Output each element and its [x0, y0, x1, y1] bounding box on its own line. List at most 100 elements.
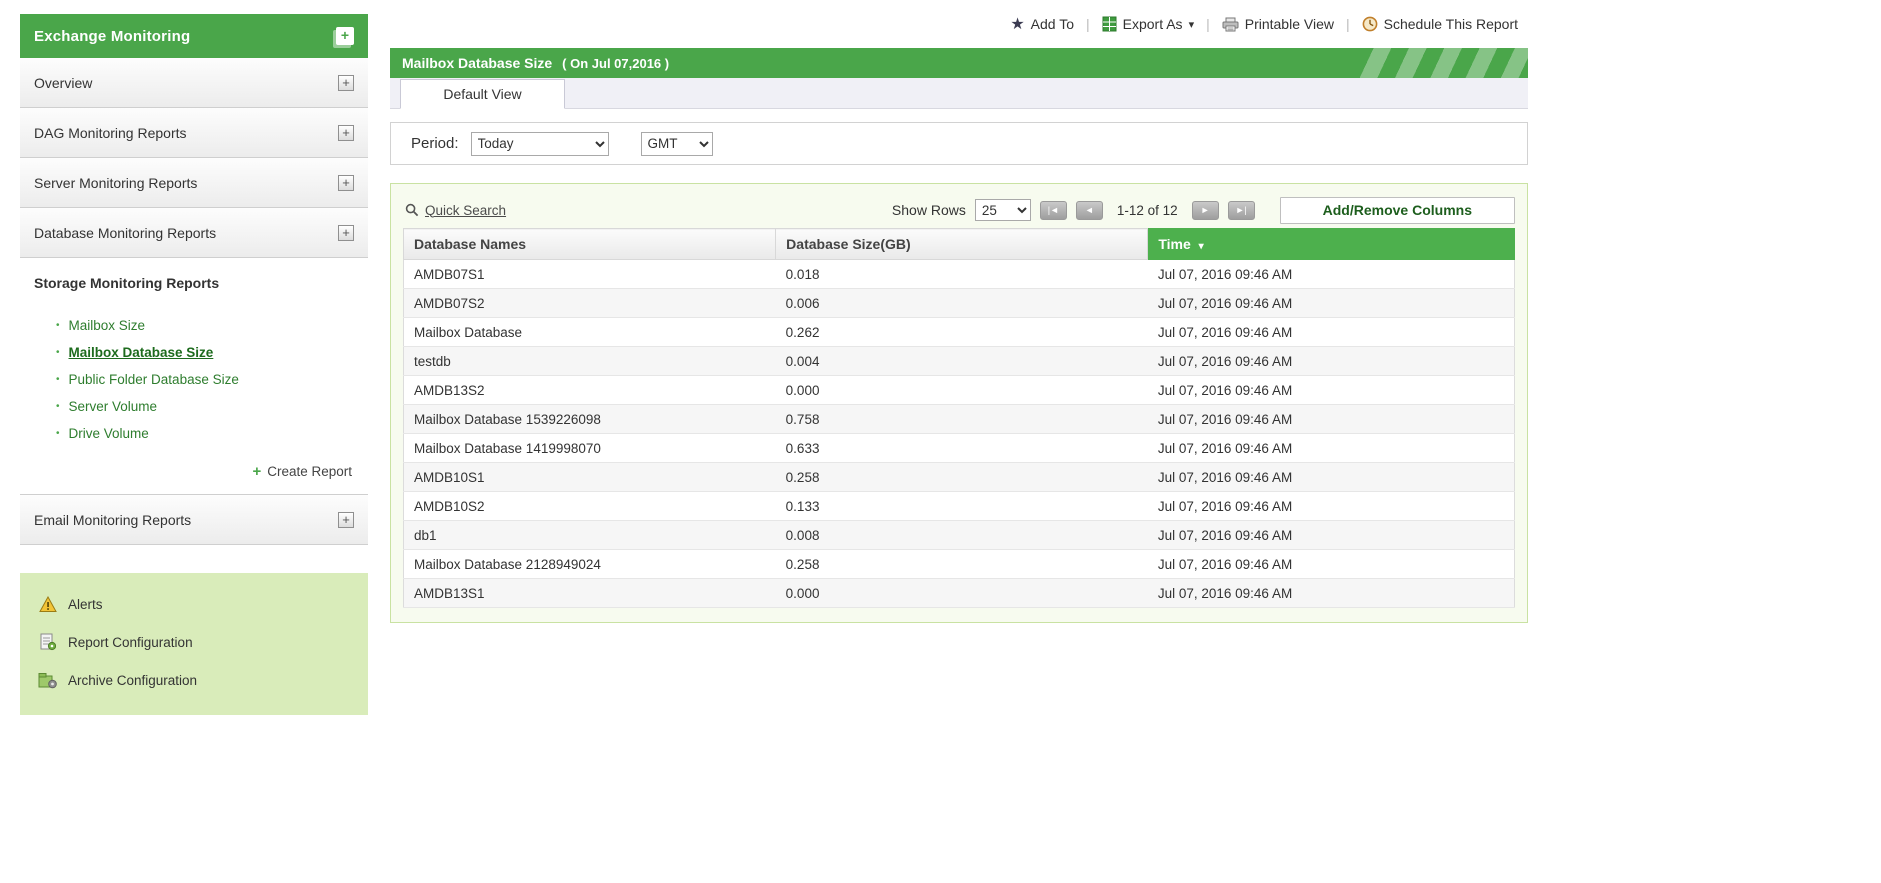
- expand-plus-icon[interactable]: +: [338, 224, 354, 241]
- sidebar-item-mailbox-database-size[interactable]: • Mailbox Database Size: [20, 339, 368, 366]
- printer-icon: [1222, 17, 1239, 32]
- cell-database-name: db1: [403, 520, 776, 550]
- tab-default-view[interactable]: Default View: [400, 79, 565, 109]
- pagination-prev-button[interactable]: ◄: [1075, 200, 1103, 220]
- search-icon: [405, 203, 419, 217]
- sidebar-item-drive-volume[interactable]: • Drive Volume: [20, 420, 368, 447]
- table-row: AMDB13S1 0.000 Jul 07, 2016 09:46 AM: [403, 578, 1515, 608]
- report-table: Database Names Database Size(GB) Time ▾ …: [402, 228, 1515, 608]
- show-rows-select[interactable]: 25: [974, 199, 1031, 221]
- storage-submenu: • Mailbox Size • Mailbox Database Size •…: [20, 308, 368, 495]
- create-report-label: Create Report: [267, 464, 352, 479]
- cell-time: Jul 07, 2016 09:46 AM: [1147, 433, 1515, 463]
- view-tabstrip: Default View: [390, 78, 1528, 109]
- expand-plus-icon[interactable]: +: [338, 511, 354, 528]
- sidebar-item-label: Overview: [34, 74, 93, 91]
- pagination-first-button[interactable]: |◄: [1039, 200, 1067, 220]
- quick-search-link[interactable]: Quick Search: [403, 203, 506, 218]
- add-remove-columns-label: Add/Remove Columns: [1322, 202, 1472, 218]
- sidebar-item-server-monitoring[interactable]: Server Monitoring Reports +: [20, 158, 368, 208]
- expand-plus-icon[interactable]: +: [338, 174, 354, 191]
- period-select[interactable]: Today: [470, 131, 609, 156]
- add-to-label: Add To: [1030, 16, 1074, 32]
- cell-database-name: AMDB10S2: [403, 491, 776, 521]
- column-header-time-label: Time: [1158, 236, 1191, 252]
- clock-icon: [1362, 16, 1378, 32]
- cell-time: Jul 07, 2016 09:46 AM: [1147, 317, 1515, 347]
- toolbar-separator: |: [1345, 16, 1350, 32]
- bullet-icon: •: [56, 346, 60, 358]
- table-header-row: Database Names Database Size(GB) Time ▾: [402, 228, 1515, 260]
- sidebar-link-label: Mailbox Size: [68, 318, 146, 333]
- cell-database-name: testdb: [403, 346, 776, 376]
- show-rows-label: Show Rows: [891, 202, 966, 218]
- archive-config-icon: [38, 671, 57, 689]
- sidebar-item-mailbox-size[interactable]: • Mailbox Size: [20, 312, 368, 339]
- cell-database-size: 0.004: [775, 346, 1148, 376]
- add-to-button[interactable]: ★ Add To: [1010, 14, 1074, 34]
- export-as-button[interactable]: Export As ▾: [1102, 16, 1194, 32]
- cell-time: Jul 07, 2016 09:46 AM: [1147, 346, 1515, 376]
- table-row: AMDB13S2 0.000 Jul 07, 2016 09:46 AM: [403, 375, 1515, 405]
- archive-configuration-link[interactable]: Archive Configuration: [20, 661, 368, 699]
- add-remove-columns-button[interactable]: Add/Remove Columns: [1279, 196, 1515, 224]
- expand-plus-icon[interactable]: +: [338, 124, 354, 141]
- sidebar-item-public-folder-database-size[interactable]: • Public Folder Database Size: [20, 366, 368, 393]
- table-controls: Quick Search Show Rows 25 |◄ ◄ 1-12 of 1…: [403, 192, 1515, 228]
- sidebar-item-database-monitoring[interactable]: Database Monitoring Reports +: [20, 208, 368, 258]
- printable-view-label: Printable View: [1244, 16, 1334, 32]
- cell-database-size: 0.258: [775, 462, 1148, 492]
- cell-database-size: 0.633: [775, 433, 1148, 463]
- expand-plus-icon[interactable]: +: [338, 74, 354, 91]
- table-row: AMDB10S2 0.133 Jul 07, 2016 09:46 AM: [403, 491, 1515, 521]
- timezone-select[interactable]: GMT: [640, 131, 713, 156]
- main-content: ★ Add To | Export As ▾ | Printable View …: [390, 0, 1528, 623]
- table-row: Mailbox Database 0.262 Jul 07, 2016 09:4…: [403, 317, 1515, 347]
- sidebar-link-label: Mailbox Database Size: [68, 345, 214, 360]
- cell-time: Jul 07, 2016 09:46 AM: [1147, 520, 1515, 550]
- sidebar-header: Exchange Monitoring +: [20, 14, 368, 58]
- archive-configuration-label: Archive Configuration: [68, 672, 198, 688]
- column-header-database-size[interactable]: Database Size(GB): [775, 228, 1149, 260]
- table-row: AMDB10S1 0.258 Jul 07, 2016 09:46 AM: [403, 462, 1515, 492]
- create-report-button[interactable]: + Create Report: [20, 447, 368, 494]
- sidebar: Exchange Monitoring + Overview + DAG Mon…: [20, 14, 368, 715]
- schedule-report-button[interactable]: Schedule This Report: [1362, 16, 1518, 32]
- chevron-down-icon: ▾: [1188, 18, 1195, 31]
- table-row: Mailbox Database 1419998070 0.633 Jul 07…: [403, 433, 1515, 463]
- report-configuration-label: Report Configuration: [68, 634, 193, 650]
- cell-database-name: AMDB07S1: [403, 259, 776, 289]
- sidebar-item-overview[interactable]: Overview +: [20, 58, 368, 108]
- toolbar-separator: |: [1206, 16, 1210, 32]
- bullet-icon: •: [56, 373, 60, 385]
- cell-time: Jul 07, 2016 09:46 AM: [1147, 491, 1515, 521]
- bullet-icon: •: [56, 319, 60, 331]
- pagination-range-text: 1-12 of 12: [1116, 202, 1178, 218]
- sidebar-item-storage-monitoring[interactable]: Storage Monitoring Reports: [20, 258, 368, 308]
- sidebar-title: Exchange Monitoring: [34, 27, 191, 45]
- table-row: Mailbox Database 2128949024 0.258 Jul 07…: [403, 549, 1515, 579]
- cell-database-size: 0.262: [775, 317, 1148, 347]
- table-row: AMDB07S2 0.006 Jul 07, 2016 09:46 AM: [403, 288, 1515, 318]
- cell-database-size: 0.000: [775, 578, 1148, 608]
- sidebar-item-label: DAG Monitoring Reports: [34, 124, 187, 141]
- alerts-link[interactable]: Alerts: [20, 585, 368, 623]
- report-actions-toolbar: ★ Add To | Export As ▾ | Printable View …: [390, 0, 1528, 48]
- cell-time: Jul 07, 2016 09:46 AM: [1147, 404, 1515, 434]
- column-header-time[interactable]: Time ▾: [1147, 228, 1515, 260]
- sidebar-item-server-volume[interactable]: • Server Volume: [20, 393, 368, 420]
- pagination-last-button[interactable]: ►|: [1227, 200, 1255, 220]
- cell-database-name: Mailbox Database 2128949024: [403, 549, 776, 579]
- add-report-icon[interactable]: +: [336, 27, 354, 45]
- cell-database-name: Mailbox Database: [403, 317, 776, 347]
- sort-desc-icon: ▾: [1198, 241, 1204, 252]
- column-header-database-names[interactable]: Database Names: [402, 228, 777, 260]
- sidebar-item-dag-monitoring[interactable]: DAG Monitoring Reports +: [20, 108, 368, 158]
- sidebar-item-email-monitoring[interactable]: Email Monitoring Reports +: [20, 495, 368, 545]
- cell-time: Jul 07, 2016 09:46 AM: [1147, 288, 1515, 318]
- printable-view-button[interactable]: Printable View: [1222, 16, 1334, 32]
- cell-database-size: 0.758: [775, 404, 1148, 434]
- cell-time: Jul 07, 2016 09:46 AM: [1147, 462, 1515, 492]
- pagination-next-button[interactable]: ►: [1191, 200, 1219, 220]
- report-configuration-link[interactable]: Report Configuration: [20, 623, 368, 661]
